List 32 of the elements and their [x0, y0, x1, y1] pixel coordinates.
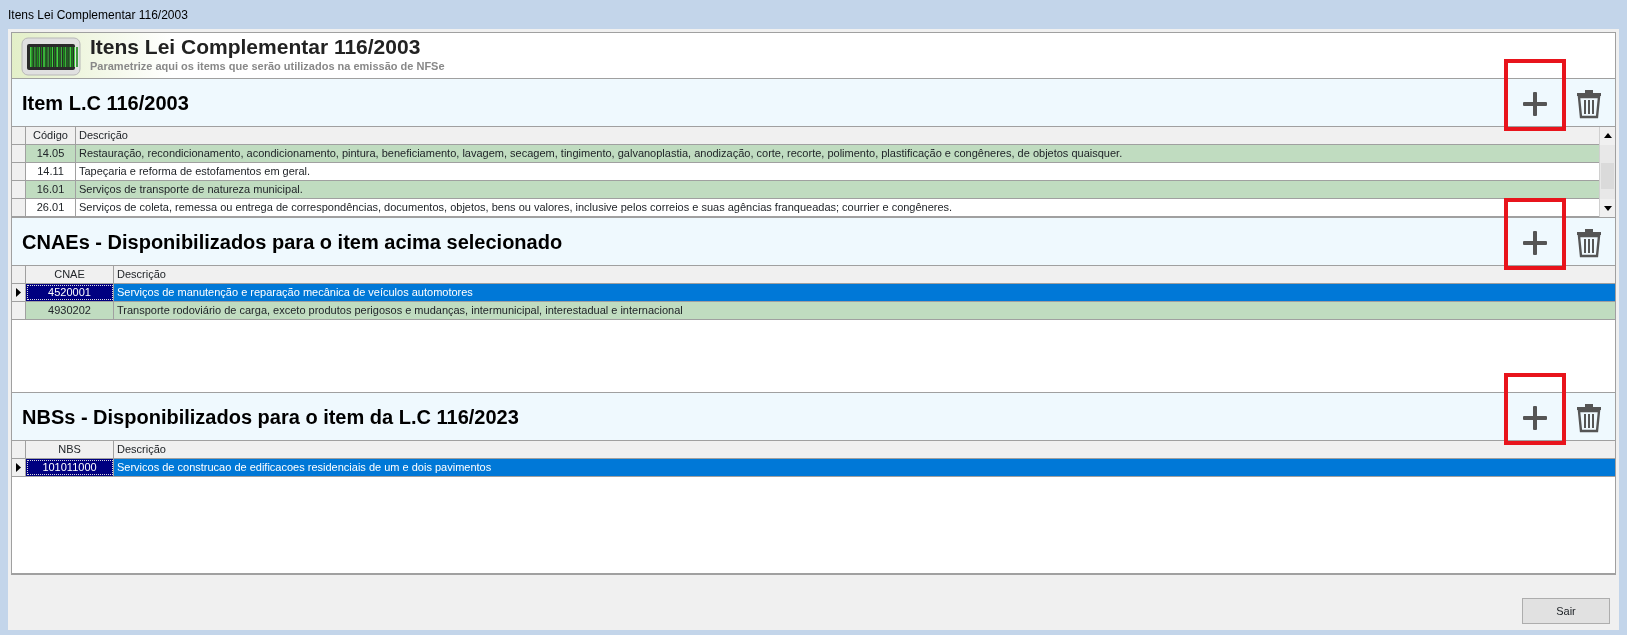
table-cell-text: Tapeçaria e reforma de estofamentos em geral.: [78, 164, 312, 179]
column-header[interactable]: Descrição: [114, 441, 1615, 458]
table-cell-text: Restauração, recondicionamento, acondicionamento, pintura, beneficiamento, lavagem, secagem, tingimento, galvanoplastia, anodização, corte, recorte, polimento, plastificação e congêneres, de objetos quaisquer.: [78, 146, 1124, 161]
column-header[interactable]: Descrição: [114, 266, 1615, 283]
table-cell-text: Serviços de transporte de natureza municipal.: [78, 182, 304, 197]
section-title: Item L.C 116/2003: [22, 90, 189, 116]
column-header[interactable]: CNAE: [26, 266, 114, 283]
table-cell: 16.01: [26, 181, 76, 198]
column-header[interactable]: Código: [26, 127, 76, 144]
table-cell-text: Transporte rodoviário de carga, exceto produtos perigosos e mudanças, intermunicipal, interestadual e internacional: [116, 303, 684, 318]
table-cell: 26.01: [26, 199, 76, 216]
page-subtitle: Parametrize aqui os items que serão utilizados na emissão de NFSe: [90, 59, 445, 75]
table-row[interactable]: 4930202 Transporte rodoviário de carga, exceto produtos perigosos e mudanças, intermunicipal, interestadual e internacional: [12, 302, 1615, 320]
table-row[interactable]: 16.01 Serviços de transporte de natureza municipal.: [12, 181, 1599, 199]
window-title: Itens Lei Complementar 116/2003: [8, 6, 188, 24]
table-row[interactable]: 26.01 Serviços de coleta, remessa ou entrega de correspondências, documentos, objetos, bens ou valores, inclusive pelos correios e suas agências franqueadas; courrier e congêneres.: [12, 199, 1599, 217]
table-cell: 101011000: [26, 459, 114, 476]
exit-button[interactable]: Sair: [1522, 598, 1610, 624]
table-row[interactable]: 101011000 Servicos de construcao de edificacoes residenciais de um e dois pavimentos: [12, 459, 1615, 477]
table-cell: 14.05: [26, 145, 76, 162]
section-title: CNAEs - Disponibilizados para o item acima selecionado: [22, 229, 563, 255]
table-cell: 4930202: [26, 302, 114, 319]
table-cell-text: Servicos de construcao de edificacoes residenciais de um e dois pavimentos: [116, 460, 493, 475]
page-title: Itens Lei Complementar 116/2003: [90, 36, 422, 59]
column-header[interactable]: Descrição: [76, 127, 1599, 144]
table-cell-text: Serviços de manutenção e reparação mecânica de veículos automotores: [116, 285, 474, 300]
column-header[interactable]: NBS: [26, 441, 114, 458]
table-row[interactable]: 4520001 Serviços de manutenção e reparação mecânica de veículos automotores: [12, 284, 1615, 302]
section-title: NBSs - Disponibilizados para o item da L.C 116/2023: [22, 404, 519, 430]
table-cell: 14.11: [26, 163, 76, 180]
table-cell: 4520001: [26, 284, 114, 301]
table-cell-text: Serviços de coleta, remessa ou entrega de correspondências, documentos, objetos, bens ou valores, inclusive pelos correios e suas agências franqueadas; courrier e congêneres.: [78, 200, 954, 215]
